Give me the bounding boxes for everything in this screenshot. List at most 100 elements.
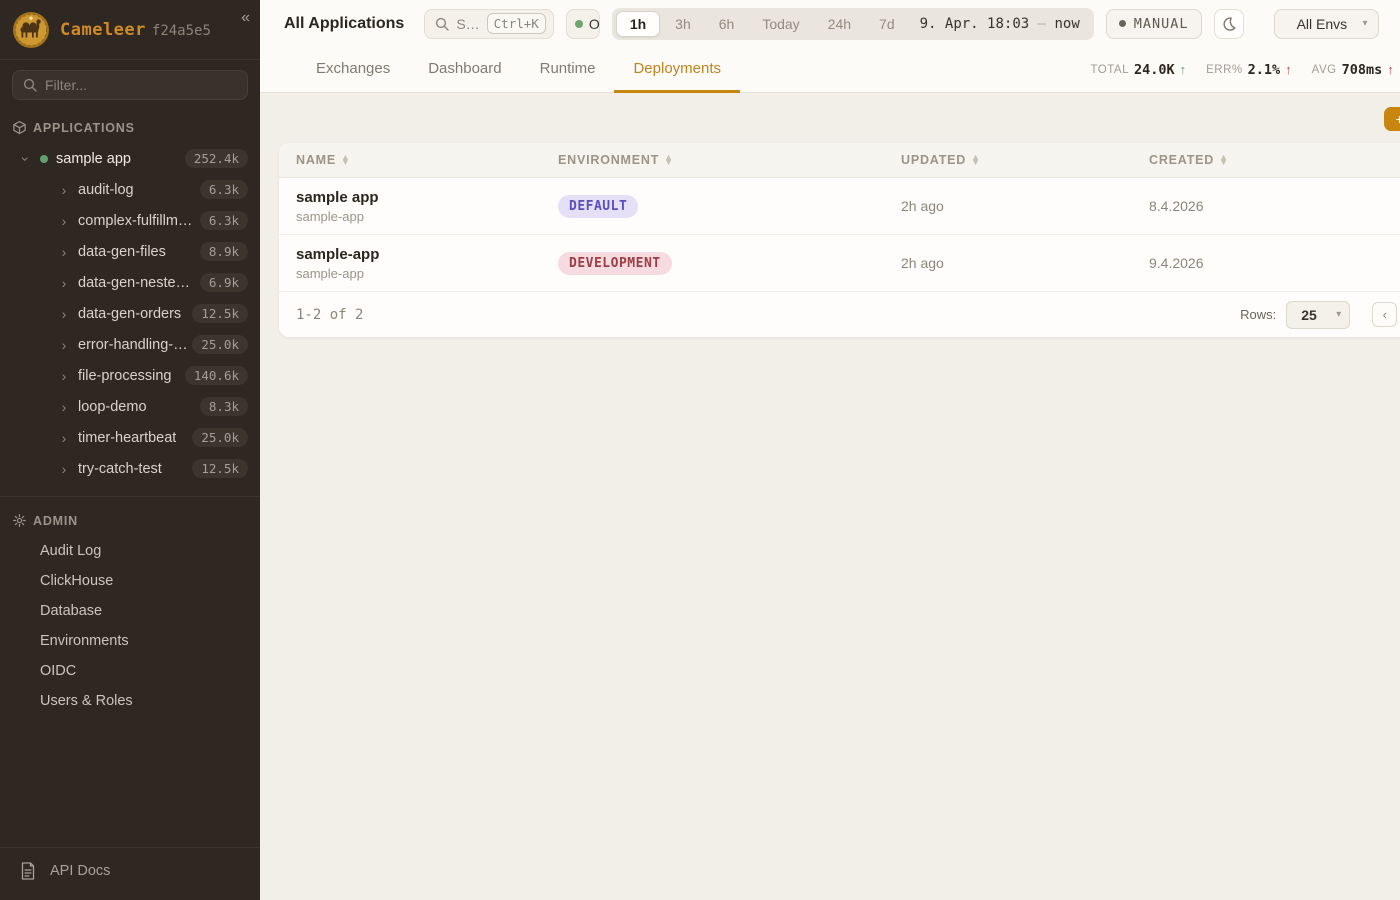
gear-icon [12,513,27,528]
chevron-right-icon[interactable]: › [58,306,70,322]
tree-item-label: complex-fulfillm… [78,213,192,229]
tab-deployments[interactable]: Deployments [614,47,740,93]
keyboard-shortcut-badge: Ctrl+K [487,13,546,34]
count-badge: 6.9k [200,273,248,292]
manual-label: MANUAL [1134,16,1189,32]
column-header-environment[interactable]: ENVIRONMENT ▲▼ [541,153,884,167]
build-hash: f24a5e5 [152,23,211,39]
tree-item[interactable]: › loop-demo 8.3k [0,391,260,422]
filter-input[interactable] [45,77,237,93]
trend-up-icon: ↑ [1180,62,1187,77]
sidebar-divider [0,496,260,497]
tree-item[interactable]: › data-gen-neste… 6.9k [0,267,260,298]
tree-item[interactable]: › file-processing 140.6k [0,360,260,391]
range-24h[interactable]: 24h [815,11,864,37]
trend-up-icon: ↑ [1387,62,1394,77]
search-icon [435,17,449,31]
created-cell: 9.4.2026 [1132,255,1400,271]
date-separator: — [1038,16,1046,32]
sidebar-collapse-icon[interactable]: « [241,10,250,26]
tree-item-label: file-processing [78,368,172,384]
top-bar: All Applications S… Ctrl+K O 1h 3h 6h To… [260,0,1400,47]
previous-page-button[interactable]: ‹ [1372,302,1397,327]
updated-cell: 2h ago [884,198,1132,214]
sidebar-filter[interactable] [12,70,248,100]
sidebar-item-oidc[interactable]: OIDC [0,656,260,686]
stat-value: 24.0K [1134,62,1175,78]
stat-avg: AVG 708ms ↑ [1312,62,1394,78]
tree-item[interactable]: › timer-heartbeat 25.0k [0,422,260,453]
chevron-right-icon[interactable]: › [58,275,70,291]
dark-mode-toggle[interactable] [1214,9,1244,39]
tree-item[interactable]: › try-catch-test 12.5k [0,453,260,484]
environment-cell: DEFAULT [541,195,884,218]
range-today[interactable]: Today [749,11,812,37]
online-dot-icon [575,20,583,28]
chevron-right-icon[interactable]: › [58,244,70,260]
stat-label: AVG [1312,64,1337,76]
tree-item-label: error-handling-… [78,337,188,353]
chevron-right-icon[interactable]: › [58,213,70,229]
stat-label: ERR% [1206,64,1243,76]
date-range-display[interactable]: 9. Apr. 18:03 — now [910,16,1090,32]
column-header-created[interactable]: CREATED ▲▼ [1132,153,1400,167]
range-6h[interactable]: 6h [706,11,748,37]
api-docs-label: API Docs [50,863,110,879]
api-docs-link[interactable]: API Docs [0,848,260,900]
main-area: All Applications S… Ctrl+K O 1h 3h 6h To… [260,0,1400,900]
tree-item[interactable]: › audit-log 6.3k [0,174,260,205]
chevron-down-icon[interactable]: › [18,153,34,165]
sidebar-item-environments[interactable]: Environments [0,626,260,656]
range-1h[interactable]: 1h [616,11,660,37]
table-row[interactable]: sample app sample-app DEFAULT 2h ago 8.4… [279,178,1400,235]
environment-badge: DEFAULT [558,195,638,218]
tab-runtime[interactable]: Runtime [521,47,615,93]
rows-per-page-value: 25 [1301,307,1317,323]
tree-item-sample-app[interactable]: › sample app 252.4k [0,143,260,174]
table-row[interactable]: sample-app sample-app DEVELOPMENT 2h ago… [279,235,1400,292]
name-cell: sample app sample-app [279,189,541,224]
tree-item[interactable]: › data-gen-orders 12.5k [0,298,260,329]
applications-section-label: APPLICATIONS [33,121,135,135]
tree-item[interactable]: › complex-fulfillm… 6.3k [0,205,260,236]
environment-badge: DEVELOPMENT [558,252,672,275]
rows-per-page-select[interactable]: 25 ▾ [1286,301,1350,329]
sort-icon: ▲▼ [971,155,981,166]
sidebar-item-audit-log[interactable]: Audit Log [0,536,260,566]
tree-item[interactable]: › data-gen-files 8.9k [0,236,260,267]
column-label: NAME [296,153,336,167]
tab-dashboard[interactable]: Dashboard [409,47,520,93]
sidebar-item-users-roles[interactable]: Users & Roles [0,686,260,716]
column-header-updated[interactable]: UPDATED ▲▼ [884,153,1132,167]
column-label: ENVIRONMENT [558,153,659,167]
chevron-right-icon[interactable]: › [58,337,70,353]
environment-select[interactable]: All Envs ▾ [1274,9,1379,39]
global-search[interactable]: S… Ctrl+K [424,9,554,39]
sidebar-item-database[interactable]: Database [0,596,260,626]
page-title: All Applications [284,15,404,33]
chevron-right-icon[interactable]: › [58,461,70,477]
app-name: sample app [296,189,541,206]
app-name: sample-app [296,246,541,263]
count-badge: 12.5k [192,459,248,478]
tree-item-label: data-gen-files [78,244,166,260]
range-7d[interactable]: 7d [866,11,908,37]
tab-exchanges[interactable]: Exchanges [297,47,409,93]
sort-icon: ▲▼ [664,155,674,166]
create-app-button[interactable]: + Create App [1384,107,1400,131]
chevron-right-icon[interactable]: › [58,368,70,384]
refresh-mode-button[interactable]: MANUAL [1106,9,1202,39]
tree-item[interactable]: › error-handling-… 25.0k [0,329,260,360]
sidebar-item-clickhouse[interactable]: ClickHouse [0,566,260,596]
chevron-right-icon[interactable]: › [58,430,70,446]
column-header-name[interactable]: NAME ▲▼ [279,153,541,167]
applications-section-header: APPLICATIONS [12,120,248,135]
rows-per-page-label: Rows: [1240,307,1276,322]
status-dot-icon [40,155,48,163]
chevron-right-icon[interactable]: › [58,399,70,415]
package-icon [12,120,27,135]
sidebar-footer: API Docs [0,847,260,900]
range-3h[interactable]: 3h [662,11,704,37]
status-chip[interactable]: O [566,9,600,39]
chevron-right-icon[interactable]: › [58,182,70,198]
